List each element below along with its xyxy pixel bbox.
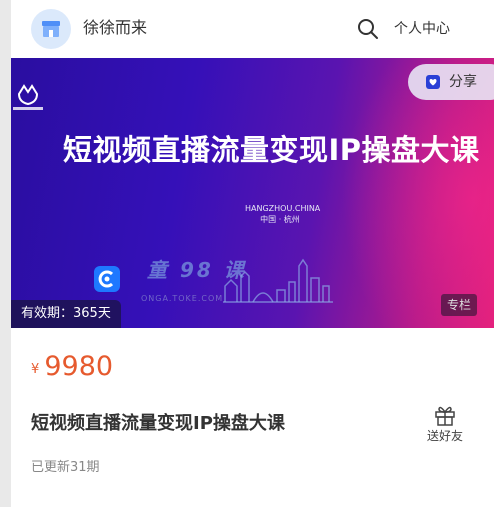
validity-badge: 有效期：365天 xyxy=(11,300,121,328)
watermark-url: ONGA.TOKE.COM xyxy=(141,294,224,303)
price: ¥ 9980 xyxy=(31,349,113,385)
city-en: HANGZHOU.CHINA xyxy=(245,204,321,213)
watermark-logo xyxy=(94,266,120,292)
gift-to-friend-button[interactable]: 送好友 xyxy=(422,404,468,446)
share-label: 分享 xyxy=(449,74,477,90)
share-button[interactable]: 分享 xyxy=(408,64,494,100)
course-banner: 短视频直播流量变现IP操盘大课 HANGZHOU.CHINA 中国 · 杭州 分… xyxy=(11,58,494,328)
city-skyline-illustration xyxy=(223,258,333,303)
price-value: 9980 xyxy=(44,351,114,382)
course-page: 徐徐而来 个人中心 短视频直播流量变现IP操盘大课 HANGZHOU.CHINA… xyxy=(11,0,494,507)
currency-symbol: ¥ xyxy=(31,362,40,377)
banner-city: HANGZHOU.CHINA 中国 · 杭州 xyxy=(245,203,321,225)
personal-center-link[interactable]: 个人中心 xyxy=(394,19,450,39)
column-badge: 专栏 xyxy=(441,294,478,316)
update-status: 已更新31期 xyxy=(31,460,100,475)
search-icon[interactable] xyxy=(357,18,379,40)
shop-avatar[interactable] xyxy=(31,9,71,49)
gift-label: 送好友 xyxy=(426,429,463,443)
gift-icon xyxy=(435,406,455,426)
watermark-c-icon xyxy=(98,270,114,288)
brand-logo xyxy=(13,84,43,110)
shop-name[interactable]: 徐徐而来 xyxy=(83,17,147,39)
course-title: 短视频直播流量变现IP操盘大课 xyxy=(31,413,285,434)
share-icon xyxy=(426,75,440,89)
shop-header: 徐徐而来 个人中心 xyxy=(11,0,494,58)
banner-title: 短视频直播流量变现IP操盘大课 xyxy=(63,133,480,167)
city-cn: 中国 · 杭州 xyxy=(260,215,300,224)
shop-icon xyxy=(42,21,60,37)
